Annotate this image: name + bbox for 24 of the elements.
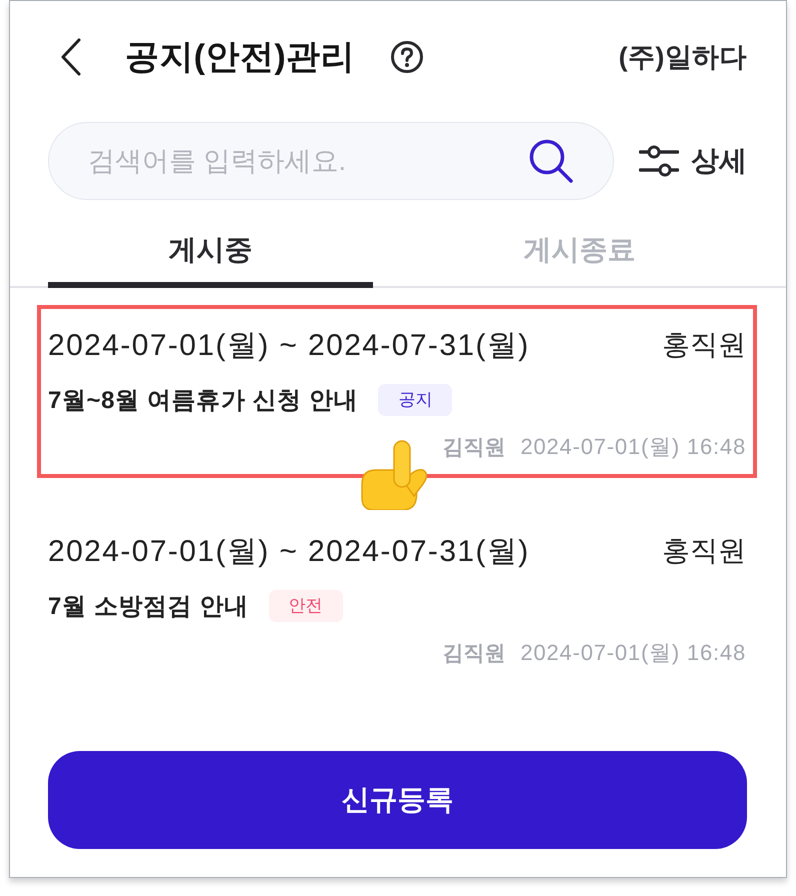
posted-time: 2024-07-01(월) 16:48 [520,639,746,667]
category-tag: 안전 [268,590,343,622]
tab[interactable]: 게시중 [48,220,373,288]
detail-filter-button[interactable]: 상세 [639,142,747,180]
help-icon[interactable] [390,40,423,72]
page-title: 공지(안전)관리 [125,36,355,78]
notice-item[interactable]: 2024-07-01(월) ~ 2024-07-31(월) 홍직원 7월~8월 여름휴가 신청 안내 공지 김직원 2024-07-01(월) 16:48 [37,305,757,478]
posting-period: 2024-07-01(월) ~ 2024-07-31(월) [48,534,530,570]
search-field[interactable]: 검색어를 입력하세요. [48,122,614,200]
assignee-name: 홍직원 [662,328,746,362]
posting-period: 2024-07-01(월) ~ 2024-07-31(월) [48,328,530,364]
company-name: (주)일하다 [618,40,747,74]
posted-time: 2024-07-01(월) 16:48 [520,433,746,461]
notice-title: 7월~8월 여름휴가 신청 안내 [48,386,358,416]
filter-icon [639,145,679,177]
author-name: 김직원 [442,435,506,461]
register-button[interactable]: 신규등록 [48,751,747,849]
author-name: 김직원 [442,641,506,667]
notice-title: 7월 소방점검 안내 [48,592,249,622]
search-icon[interactable] [528,138,574,184]
notice-item[interactable]: 2024-07-01(월) ~ 2024-07-31(월) 홍직원 7월 소방점검 안내 안전 김직원 2024-07-01(월) 16:48 [37,511,757,684]
category-tag: 공지 [378,384,452,416]
back-icon[interactable] [60,38,82,76]
assignee-name: 홍직원 [662,534,746,568]
